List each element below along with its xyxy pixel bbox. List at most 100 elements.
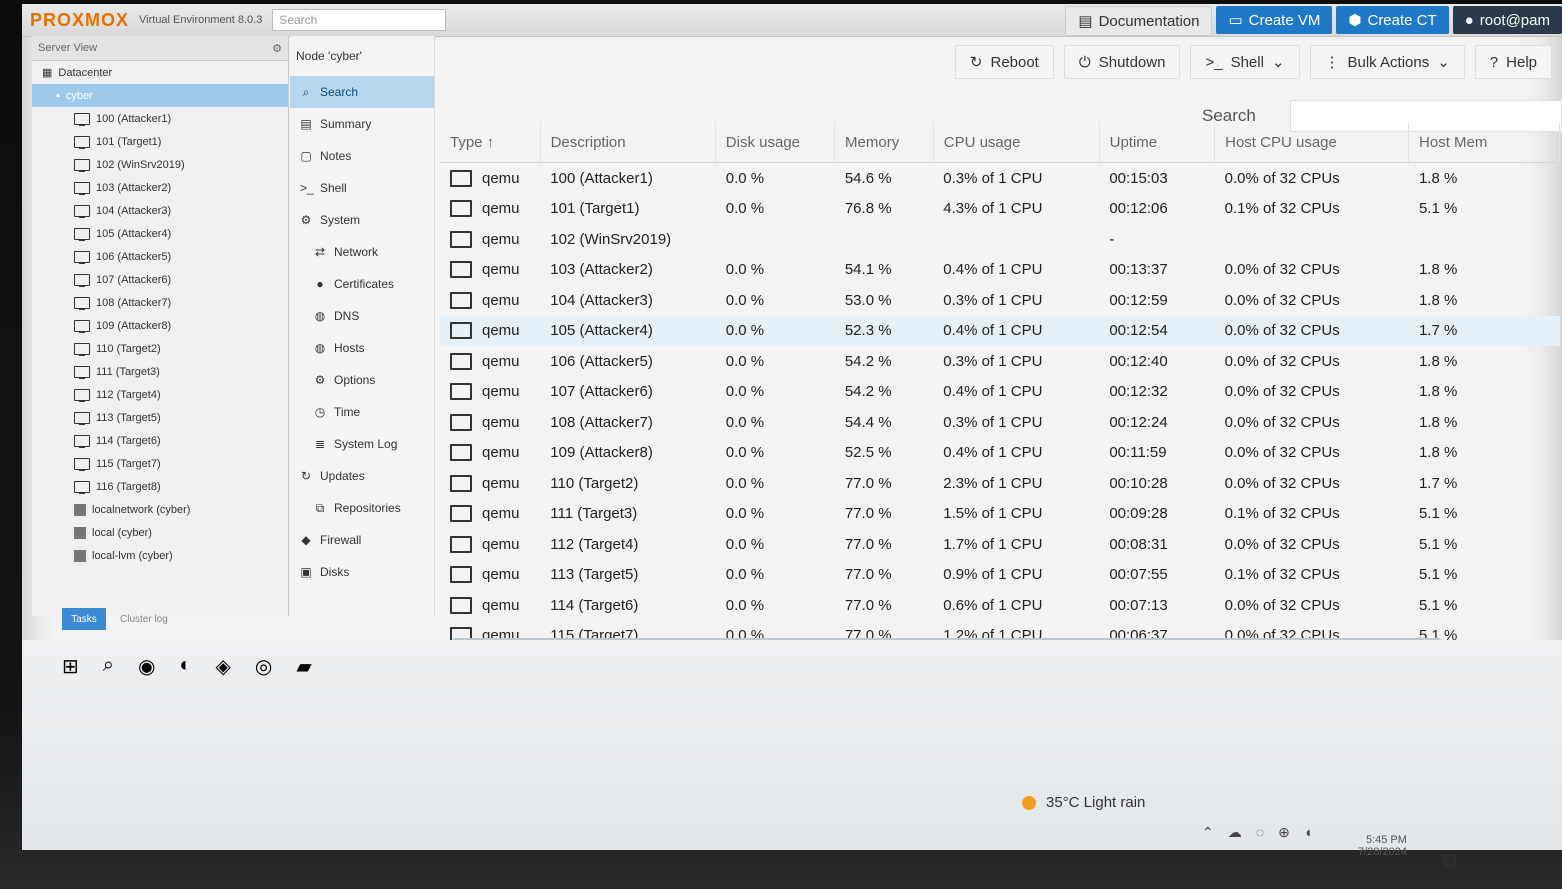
table-row[interactable]: qemu 108 (Attacker7) 0.0 % 54.4 % 0.3% of 1 … (440, 407, 1560, 438)
menu-item-updates[interactable]: ↻ Updates (290, 460, 434, 492)
tree-vm[interactable]: 100 (Attacker1) (32, 107, 288, 130)
menu-item-disks[interactable]: ▣ Disks (290, 556, 434, 588)
tree-storage[interactable]: local-lvm (cyber) (32, 544, 288, 567)
menu-item-hosts[interactable]: ◍ Hosts (290, 332, 434, 364)
gear-icon[interactable]: ⚙ (272, 42, 282, 55)
type-label: qemu (482, 230, 520, 248)
tree-vm[interactable]: 102 (WinSrv2019) (32, 153, 288, 176)
table-cell: 0.6% of 1 CPU (943, 596, 1043, 614)
column-header[interactable]: Type ↑ (440, 122, 541, 162)
column-header[interactable]: Description (541, 122, 716, 162)
menu-item-search[interactable]: ⌕ Search (290, 76, 434, 108)
tree-datacenter[interactable]: ▦ Datacenter (32, 61, 288, 84)
column-header[interactable]: Uptime (1100, 122, 1216, 162)
weather-widget[interactable]: 35°C Light rain (1022, 794, 1145, 811)
create-vm-button[interactable]: ▭ Create VM (1216, 6, 1333, 34)
tree-storage[interactable]: local (cyber) (32, 521, 288, 544)
shutdown-button[interactable]: ⏻ Shutdown (1063, 45, 1181, 79)
table-row[interactable]: qemu 106 (Attacker5) 0.0 % 54.2 % 0.3% of 1 … (440, 346, 1560, 377)
tree-vm[interactable]: 115 (Target7) (32, 452, 288, 475)
search-icon[interactable]: ⌕ (103, 654, 114, 679)
menu-item-label: Network (334, 245, 379, 259)
table-cell: 5.1 % (1418, 566, 1458, 584)
tree-vm[interactable]: 114 (Target6) (32, 429, 288, 452)
tree-vm[interactable]: 108 (Attacker7) (32, 291, 288, 314)
table-row[interactable]: qemu 102 (WinSrv2019) - (440, 224, 1560, 255)
folder-icon[interactable]: ▰ (296, 654, 311, 679)
table-cell: 110 (Target2) (550, 474, 639, 492)
user-menu-button[interactable]: ● root@pam (1452, 6, 1562, 34)
tree-vm[interactable]: 104 (Attacker3) (32, 199, 288, 222)
menu-item-time[interactable]: ◷ Time (290, 396, 434, 428)
table-row[interactable]: qemu 103 (Attacker2) 0.0 % 54.1 % 0.4% of 1 … (440, 255, 1560, 286)
menu-item-label: Disks (320, 565, 350, 579)
column-header[interactable]: Host CPU usage (1215, 122, 1410, 162)
table-row[interactable]: qemu 100 (Attacker1) 0.0 % 54.6 % 0.3% of 1 … (440, 163, 1560, 194)
edge-icon[interactable]: ◐ (179, 654, 191, 679)
help-button[interactable]: ? Help (1474, 45, 1552, 79)
tree-vm[interactable]: 101 (Target1) (32, 130, 288, 153)
tree-vm[interactable]: 110 (Target2) (32, 337, 288, 360)
column-header[interactable]: Host Mem (1409, 122, 1560, 162)
tasks-tab[interactable]: Tasks (62, 608, 106, 630)
bulk-actions-button[interactable]: ⋮ Bulk Actions ⌄ (1309, 45, 1465, 79)
tree-vm[interactable]: 116 (Target8) (32, 475, 288, 498)
cloud-icon[interactable]: ☁ (1228, 824, 1242, 841)
column-header[interactable]: Disk usage (716, 122, 836, 162)
tree-vm[interactable]: 105 (Attacker4) (32, 222, 288, 245)
table-row[interactable]: qemu 110 (Target2) 0.0 % 77.0 % 2.3% of 1 CP… (440, 468, 1560, 499)
create-ct-button[interactable]: ⬢ Create CT (1336, 6, 1449, 34)
table-cell: 0.0% of 32 CPUs (1224, 322, 1340, 340)
tree-vm[interactable]: 113 (Target5) (32, 406, 288, 429)
column-header[interactable]: CPU usage (934, 122, 1100, 162)
table-row[interactable]: qemu 109 (Attacker8) 0.0 % 52.5 % 0.4% of 1 … (440, 438, 1560, 469)
menu-item-network[interactable]: ⇄ Network (290, 236, 434, 268)
menu-item-notes[interactable]: ▢ Notes (290, 140, 434, 172)
vm-icon (450, 261, 472, 279)
tree-vm[interactable]: 112 (Target4) (32, 383, 288, 406)
column-header[interactable]: Memory (835, 122, 934, 162)
table-row[interactable]: qemu 112 (Target4) 0.0 % 77.0 % 1.7% of 1 CP… (440, 529, 1560, 560)
global-search-input[interactable]: Search (272, 9, 447, 31)
menu-item-certificates[interactable]: ● Certificates (290, 268, 434, 300)
certificate-icon: ● (316, 277, 324, 291)
menu-item-repositories[interactable]: ⧉ Repositories (290, 492, 434, 524)
tree-node-cyber[interactable]: ▪ cyber (32, 84, 288, 107)
menu-item-system-log[interactable]: ≣ System Log (290, 428, 434, 460)
tree-vm[interactable]: 106 (Attacker5) (32, 245, 288, 268)
table-row[interactable]: qemu 113 (Target5) 0.0 % 77.0 % 0.9% of 1 CP… (440, 560, 1560, 591)
menu-item-summary[interactable]: ▤ Summary (290, 108, 434, 140)
windows-start-icon[interactable]: ⊞ (62, 654, 79, 679)
globe-icon[interactable]: ⊕ (1278, 824, 1290, 841)
shell-button[interactable]: >_ Shell ⌄ (1190, 45, 1300, 79)
notification-icon[interactable]: ▤ (1442, 850, 1457, 870)
table-cell: 0.1% of 32 CPUs (1224, 200, 1340, 218)
table-row[interactable]: qemu 111 (Target3) 0.0 % 77.0 % 1.5% of 1 CP… (440, 499, 1560, 530)
tree-storage[interactable]: localnetwork (cyber) (32, 498, 288, 521)
menu-item-system[interactable]: ⚙ System (290, 204, 434, 236)
menu-item-dns[interactable]: ◍ DNS (290, 300, 434, 332)
tree-vm[interactable]: 103 (Attacker2) (32, 176, 288, 199)
table-row[interactable]: qemu 105 (Attacker4) 0.0 % 52.3 % 0.4% of 1 … (440, 315, 1560, 346)
menu-item-firewall[interactable]: ◆ Firewall (290, 524, 434, 556)
tree-vm[interactable]: 107 (Attacker6) (32, 268, 288, 291)
network-icon[interactable]: ◌ (1256, 824, 1264, 841)
table-row[interactable]: qemu 114 (Target6) 0.0 % 77.0 % 0.6% of 1 CP… (440, 590, 1560, 621)
table-row[interactable]: qemu 104 (Attacker3) 0.0 % 53.0 % 0.3% of 1 … (440, 285, 1560, 316)
menu-item-options[interactable]: ⚙ Options (290, 364, 434, 396)
table-row[interactable]: qemu 101 (Target1) 0.0 % 76.8 % 4.3% of 1 CP… (440, 194, 1560, 225)
store-icon[interactable]: ◈ (216, 654, 231, 679)
documentation-button[interactable]: ▤ Documentation (1065, 6, 1213, 36)
tree-vm[interactable]: 111 (Target3) (32, 360, 288, 383)
speaker-icon[interactable]: ◖ (1304, 824, 1312, 841)
table-row[interactable]: qemu 107 (Attacker6) 0.0 % 54.2 % 0.4% of 1 … (440, 377, 1560, 408)
reboot-button[interactable]: ↻ Reboot (954, 45, 1054, 79)
chrome-icon[interactable]: ◎ (255, 654, 272, 679)
browser-icon[interactable]: ◉ (138, 654, 155, 679)
view-selector[interactable]: Server View ⚙ (32, 36, 288, 61)
chevron-up-icon[interactable]: ⌃ (1202, 824, 1214, 841)
tree-vm[interactable]: 109 (Attacker8) (32, 314, 288, 337)
cluster-log-tab[interactable]: Cluster log (120, 614, 168, 625)
clock[interactable]: 5:45 PM 7/28/2024 (1358, 834, 1407, 858)
menu-item-shell[interactable]: >_ Shell (290, 172, 434, 204)
